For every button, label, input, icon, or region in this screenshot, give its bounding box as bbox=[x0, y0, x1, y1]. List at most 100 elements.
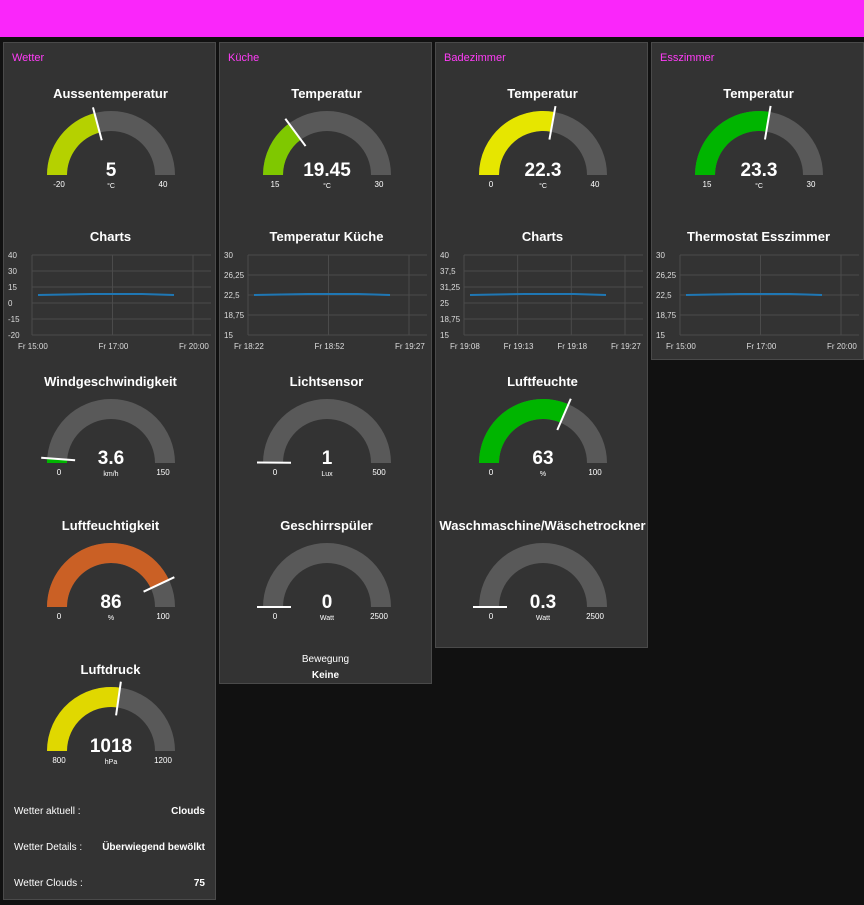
chart-y-tick: 30 bbox=[656, 251, 665, 260]
gauge-title: Aussentemperatur bbox=[53, 86, 168, 101]
gauge-geschirrspueler: Geschirrspüler 0 Watt 0 2500 bbox=[220, 515, 433, 645]
gauge-waschmaschine: Waschmaschine/Wäschetrockner 0.3 Watt 0 250… bbox=[436, 515, 649, 645]
gauge-value: 3.6 bbox=[98, 448, 124, 469]
gauge-needle bbox=[41, 456, 76, 462]
gauge-max-label: 30 bbox=[375, 180, 384, 189]
gauge-value: 86 bbox=[100, 592, 121, 613]
chart-series-line bbox=[469, 293, 607, 296]
gauge-max-label: 2500 bbox=[586, 612, 604, 621]
chart-x-tick: Fr 20:00 bbox=[827, 342, 857, 351]
chart-y-tick: 30 bbox=[8, 267, 17, 276]
gauge-dial: 0 Watt 0 2500 bbox=[257, 543, 391, 622]
gauge-title: Luftfeuchte bbox=[507, 374, 578, 389]
group-title: Esszimmer bbox=[660, 52, 715, 64]
chart-x-tick: Fr 19:13 bbox=[504, 342, 534, 351]
gauge-min-label: 0 bbox=[273, 468, 278, 477]
chart-x-tick: Fr 18:22 bbox=[234, 342, 264, 351]
chart-title: Charts bbox=[89, 229, 132, 244]
line-chart: 40 37,5 31,25 25 18,75 15Fr 19:08 Fr 19:13 Fr 1… bbox=[440, 251, 643, 351]
gauge-value: 0.3 bbox=[530, 592, 556, 613]
gauge-max-label: 40 bbox=[591, 180, 600, 189]
gauge-min-label: 15 bbox=[703, 180, 712, 189]
gauge-title: Temperatur bbox=[723, 86, 794, 101]
chart-y-tick: 31,25 bbox=[440, 283, 461, 292]
gauge-title: Windgeschwindigkeit bbox=[44, 374, 177, 389]
gauge-value: 1018 bbox=[90, 736, 132, 757]
chart-title: Charts bbox=[521, 229, 564, 244]
wetter-clouds-row: Wetter Clouds : 75 bbox=[14, 878, 205, 894]
gauge-value: 5 bbox=[106, 160, 117, 181]
gauge-dial: 86% 0 100 bbox=[47, 543, 175, 622]
gauge-windgeschwindigkeit: Windgeschwindigkeit 3.6 km/h 0 150 bbox=[4, 371, 217, 501]
chart-y-tick: 26,25 bbox=[224, 271, 245, 280]
chart-y-tick: 18,75 bbox=[440, 315, 461, 324]
chart-x-tick: Fr 19:18 bbox=[557, 342, 587, 351]
gauge-unit: Watt bbox=[536, 615, 550, 622]
gauge-fill bbox=[47, 113, 100, 175]
gauge-title: Lichtsensor bbox=[289, 374, 364, 389]
gauge-value: 1 bbox=[322, 448, 333, 469]
gauge-kueche-temperatur: Temperatur 19.45 °C 15 30 bbox=[220, 83, 433, 213]
gauge-luftfeuchtigkeit: Luftfeuchtigkeit 86% 0 100 bbox=[4, 515, 217, 645]
chart-series-line bbox=[685, 293, 823, 296]
gauge-value: 22.3 bbox=[525, 160, 562, 181]
gauge-max-label: 1200 bbox=[154, 756, 172, 765]
gauge-bad-temperatur: Temperatur 22.3 °C 0 40 bbox=[436, 83, 649, 213]
gauge-unit: % bbox=[540, 471, 546, 478]
gauge-dial: 63% 0 100 bbox=[479, 398, 607, 478]
gauge-unit: °C bbox=[755, 182, 763, 190]
chart-x-tick: Fr 20:00 bbox=[179, 342, 209, 351]
gauge-dial: 22.3°C 0 40 bbox=[479, 105, 607, 190]
chart-x-tick: Fr 19:27 bbox=[395, 342, 425, 351]
chart-x-tick: Fr 17:00 bbox=[99, 342, 129, 351]
gauge-min-label: -20 bbox=[53, 180, 65, 189]
gauge-dial: 23.3°C 15 30 bbox=[695, 105, 823, 190]
group-title: Küche bbox=[228, 52, 260, 64]
gauge-max-label: 100 bbox=[156, 612, 170, 621]
gauge-dial: 1018 hPa 800 1200 bbox=[47, 681, 175, 766]
row-value: 75 bbox=[193, 878, 205, 889]
gauge-lichtsensor: Lichtsensor 1 Lux 0 500 bbox=[220, 371, 433, 501]
gauge-unit: Lux bbox=[321, 471, 333, 478]
chart-y-tick: 15 bbox=[440, 331, 449, 340]
gauge-ess-temperatur: Temperatur 23.3 °C 15 30 bbox=[652, 83, 864, 213]
gauge-dial: 5°C -20 40 bbox=[47, 107, 175, 190]
gauge-aussentemperatur: Aussentemperatur 5 °C -20 40 bbox=[4, 83, 217, 213]
row-value: Clouds bbox=[171, 806, 205, 817]
line-chart: 40 30 15 0 -15 -20 Fr 15:00 Fr 17:00 Fr 20:00 bbox=[8, 251, 211, 351]
gauge-max-label: 100 bbox=[588, 468, 602, 477]
gauge-min-label: 15 bbox=[271, 180, 280, 189]
gauge-value: 0 bbox=[322, 592, 333, 613]
gauge-title: Temperatur bbox=[507, 86, 578, 101]
gauge-value: 19.45 bbox=[303, 160, 351, 181]
gauge-min-label: 0 bbox=[489, 468, 494, 477]
gauge-fill bbox=[479, 399, 569, 463]
chart-x-tick: Fr 19:08 bbox=[450, 342, 480, 351]
gauge-min-label: 0 bbox=[489, 612, 494, 621]
chart-x-tick: Fr 19:27 bbox=[611, 342, 641, 351]
chart-y-tick: 22,5 bbox=[656, 291, 672, 300]
wetter-aktuell-row: Wetter aktuell : Clouds bbox=[14, 806, 205, 822]
chart-y-tick: -20 bbox=[8, 331, 20, 340]
gauge-dial: 0.3 Watt 0 2500 bbox=[473, 543, 607, 622]
gauge-max-label: 2500 bbox=[370, 612, 388, 621]
chart-series-line bbox=[253, 293, 391, 296]
chart-x-tick: Fr 15:00 bbox=[666, 342, 696, 351]
chart-y-tick: 40 bbox=[440, 251, 449, 260]
gauge-dial: 1 Lux 0 500 bbox=[256, 399, 391, 478]
chart-y-tick: 30 bbox=[224, 251, 233, 260]
gauge-title: Temperatur bbox=[291, 86, 362, 101]
gauge-unit: °C bbox=[539, 182, 547, 190]
gauge-min-label: 800 bbox=[52, 756, 66, 765]
chart-y-tick: -15 bbox=[8, 315, 20, 324]
gauge-unit: °C bbox=[107, 182, 115, 190]
gauge-value: 63 bbox=[532, 448, 553, 469]
chart-y-tick: 37,5 bbox=[440, 267, 456, 276]
gauge-max-label: 30 bbox=[807, 180, 816, 189]
gauge-max-label: 40 bbox=[159, 180, 168, 189]
chart-y-tick: 18,75 bbox=[224, 311, 245, 320]
gauge-unit: °C bbox=[323, 182, 331, 190]
chart-x-tick: Fr 15:00 bbox=[18, 342, 48, 351]
gauge-value: 23.3 bbox=[741, 160, 778, 181]
chart-series-line bbox=[37, 293, 175, 296]
